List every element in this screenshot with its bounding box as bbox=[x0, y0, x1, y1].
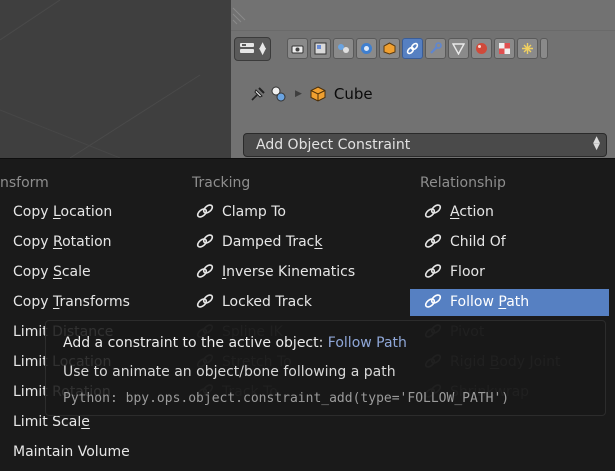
menu-item-label: Copy Rotation bbox=[13, 234, 112, 250]
pin-icon[interactable] bbox=[249, 85, 267, 103]
up-down-arrows-icon: ▲ ▼ bbox=[593, 135, 600, 152]
column-header-transform: nsform bbox=[0, 175, 49, 191]
particles-icon bbox=[522, 43, 533, 54]
menu-item[interactable]: Maintain Volume bbox=[13, 439, 130, 466]
world-icon bbox=[361, 43, 372, 54]
material-icon bbox=[476, 43, 487, 54]
constraint-link-icon bbox=[196, 232, 214, 248]
object-icon bbox=[383, 42, 396, 55]
menu-item-label: Action bbox=[450, 204, 494, 220]
breadcrumb: ▶ Cube bbox=[249, 83, 373, 105]
texture-icon bbox=[499, 43, 510, 54]
menu-item[interactable]: Damped Track bbox=[196, 229, 322, 256]
material-tab[interactable] bbox=[471, 38, 492, 59]
constraint-link-icon bbox=[196, 202, 214, 218]
texture-tab[interactable] bbox=[494, 38, 515, 59]
menu-item[interactable]: Locked Track bbox=[196, 289, 312, 316]
context-tabs bbox=[287, 38, 550, 60]
up-down-arrows-icon: ▲ ▼ bbox=[259, 41, 266, 57]
wrench-icon bbox=[430, 42, 442, 54]
menu-item-label: Copy Location bbox=[13, 204, 113, 220]
menu-item[interactable]: Copy Location bbox=[13, 199, 112, 226]
tooltip-title-value: Follow Path bbox=[327, 335, 407, 351]
constraint-link-icon bbox=[406, 42, 419, 55]
constraint-link-icon bbox=[424, 292, 442, 308]
constraint-link-icon bbox=[424, 232, 442, 248]
add-constraint-menu: nsform Tracking Relationship Copy Locati… bbox=[0, 158, 615, 471]
tooltip-title: Add a constraint to the active object: F… bbox=[63, 335, 407, 351]
add-object-constraint-dropdown[interactable]: Add Object Constraint ▲ ▼ bbox=[243, 133, 607, 157]
constraint-link-icon bbox=[196, 262, 214, 278]
menu-item-label: Copy Transforms bbox=[13, 294, 130, 310]
menu-item[interactable]: Clamp To bbox=[196, 199, 286, 226]
menu-item[interactable]: Action bbox=[424, 199, 494, 226]
properties-header bbox=[231, 0, 615, 31]
menu-item-label: Limit Scale bbox=[13, 414, 90, 430]
menu-item[interactable]: Copy Transforms bbox=[13, 289, 130, 316]
physics-icon bbox=[544, 42, 557, 55]
menu-item-label: Copy Scale bbox=[13, 264, 91, 280]
scene-icon bbox=[271, 86, 286, 102]
render-tab[interactable] bbox=[287, 38, 308, 59]
menu-item-label: Locked Track bbox=[222, 294, 313, 310]
column-header-relationship: Relationship bbox=[420, 175, 506, 191]
camera-icon bbox=[291, 45, 304, 54]
cube-object-icon bbox=[310, 86, 326, 102]
area-split-corner-icon[interactable] bbox=[231, 0, 251, 30]
menu-item[interactable]: Follow Path bbox=[410, 289, 609, 316]
data-tab[interactable] bbox=[448, 38, 469, 59]
add-constraint-label: Add Object Constraint bbox=[256, 137, 411, 153]
physics-tab[interactable] bbox=[540, 38, 548, 59]
menu-item-label: Inverse Kinematics bbox=[222, 264, 356, 280]
viewport-grid bbox=[0, 0, 201, 158]
3d-viewport[interactable] bbox=[0, 0, 231, 158]
properties-editor: ▲ ▼ ▶ Cube Add Object Constraint ▲ ▼ bbox=[231, 0, 615, 158]
tooltip-title-prefix: Add a constraint to the active object: bbox=[63, 335, 324, 351]
scene-tab[interactable] bbox=[333, 38, 354, 59]
modifiers-tab[interactable] bbox=[425, 38, 446, 59]
constraint-link-icon bbox=[424, 202, 442, 218]
menu-item-label: Damped Track bbox=[222, 234, 323, 250]
menu-item-label: Clamp To bbox=[222, 204, 286, 220]
mesh-data-icon bbox=[452, 43, 465, 55]
editor-type-selector[interactable]: ▲ ▼ bbox=[234, 37, 271, 61]
menu-item-label: Child Of bbox=[450, 234, 506, 250]
constraint-link-icon bbox=[424, 262, 442, 278]
scene-icon bbox=[338, 44, 349, 53]
particles-tab[interactable] bbox=[517, 38, 538, 59]
menu-item-label: Follow Path bbox=[450, 294, 530, 310]
menu-item[interactable]: Copy Rotation bbox=[13, 229, 112, 256]
menu-item-label: Floor bbox=[450, 264, 485, 280]
column-header-tracking: Tracking bbox=[192, 175, 251, 191]
constraint-link-icon bbox=[196, 292, 214, 308]
menu-item[interactable]: Copy Scale bbox=[13, 259, 91, 286]
menu-item[interactable]: Child Of bbox=[424, 229, 506, 256]
constraints-tab[interactable] bbox=[402, 38, 423, 59]
menu-item-label: Maintain Volume bbox=[13, 444, 130, 460]
menu-item[interactable]: Floor bbox=[424, 259, 485, 286]
tooltip-description: Use to animate an object/bone following … bbox=[63, 364, 396, 380]
render-layers-tab[interactable] bbox=[310, 38, 331, 59]
menu-item[interactable]: Inverse Kinematics bbox=[196, 259, 355, 286]
blender-window: ▲ ▼ ▶ Cube Add Object Constraint ▲ ▼ nsf… bbox=[0, 0, 615, 471]
breadcrumb-separator-icon: ▶ bbox=[295, 89, 302, 99]
object-tab[interactable] bbox=[379, 38, 400, 59]
operator-tooltip: Add a constraint to the active object: F… bbox=[45, 320, 606, 416]
world-tab[interactable] bbox=[356, 38, 377, 59]
properties-editor-icon bbox=[240, 43, 254, 53]
object-name: Cube bbox=[333, 85, 373, 103]
render-layers-icon bbox=[314, 42, 327, 55]
tooltip-python: Python: bpy.ops.object.constraint_add(ty… bbox=[63, 391, 510, 406]
